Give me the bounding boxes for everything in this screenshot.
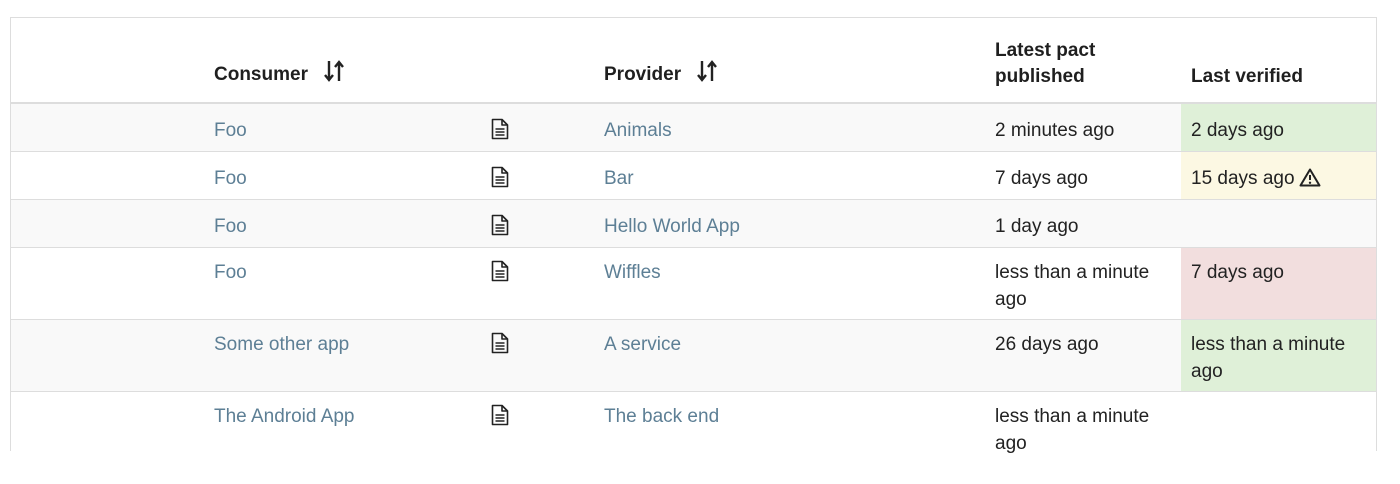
pact-doc-cell (472, 391, 594, 463)
provider-header[interactable]: Provider (594, 18, 985, 104)
consumer-link[interactable]: Foo (214, 262, 247, 283)
consumer-cell: The Android App (204, 391, 472, 463)
verified-cell (1181, 391, 1376, 463)
verified-text: 7 days ago (1191, 262, 1284, 283)
verified-cell (1181, 199, 1376, 248)
header-spacer (11, 18, 204, 104)
pact-doc-cell (472, 102, 594, 152)
consumer-link[interactable]: Foo (214, 120, 247, 141)
provider-link[interactable]: Bar (604, 168, 634, 189)
table-row: Some other app A service 26 days ago les… (11, 319, 1376, 392)
consumer-cell: Foo (204, 102, 472, 152)
consumer-cell: Foo (204, 247, 472, 320)
published-cell: 2 minutes ago (985, 102, 1181, 152)
pact-doc-cell (472, 247, 594, 320)
table-row: The Android App The back end less than a… (11, 391, 1376, 463)
provider-link[interactable]: A service (604, 334, 681, 355)
warning-triangle-icon (1299, 168, 1321, 195)
published-cell: 1 day ago (985, 199, 1181, 248)
provider-link[interactable]: The back end (604, 406, 719, 427)
verified-text: less than a minute ago (1191, 334, 1346, 382)
consumer-link[interactable]: Foo (214, 216, 247, 237)
verified-cell: less than a minute ago (1181, 319, 1376, 392)
verified-cell: 2 days ago (1181, 102, 1376, 152)
provider-header-label: Provider (604, 64, 682, 85)
consumer-header[interactable]: Consumer (204, 18, 472, 104)
row-spacer (11, 151, 204, 200)
row-spacer (11, 247, 204, 320)
table-header-row: Consumer Provider Latest pact published … (11, 18, 1376, 104)
row-spacer (11, 391, 204, 463)
provider-cell: Bar (594, 151, 985, 200)
provider-cell: Animals (594, 102, 985, 152)
provider-cell: Hello World App (594, 199, 985, 248)
consumer-cell: Foo (204, 199, 472, 248)
verified-cell: 7 days ago (1181, 247, 1376, 320)
table-row: Foo Bar 7 days ago 15 days ago (11, 151, 1376, 200)
consumer-cell: Foo (204, 151, 472, 200)
pacts-table: Consumer Provider Latest pact published … (11, 18, 1376, 463)
document-icon[interactable] (491, 214, 509, 244)
document-icon[interactable] (491, 166, 509, 196)
provider-link[interactable]: Animals (604, 120, 672, 141)
provider-link[interactable]: Hello World App (604, 216, 740, 237)
sort-up-down-icon[interactable] (324, 60, 344, 90)
latest-pact-published-header: Latest pact published (985, 18, 1181, 104)
consumer-link[interactable]: Some other app (214, 334, 349, 355)
provider-cell: The back end (594, 391, 985, 463)
published-cell: less than a minute ago (985, 391, 1181, 463)
document-icon[interactable] (491, 118, 509, 148)
pact-doc-cell (472, 199, 594, 248)
last-verified-header: Last verified (1181, 18, 1376, 104)
provider-link[interactable]: Wiffles (604, 262, 661, 283)
consumer-link[interactable]: Foo (214, 168, 247, 189)
consumer-cell: Some other app (204, 319, 472, 392)
document-icon[interactable] (491, 332, 509, 362)
published-cell: 26 days ago (985, 319, 1181, 392)
document-icon[interactable] (491, 404, 509, 434)
table-row: Foo Wiffles less than a minute ago 7 day… (11, 247, 1376, 320)
document-icon[interactable] (491, 260, 509, 290)
pact-doc-header (472, 18, 594, 104)
pact-doc-cell (472, 151, 594, 200)
row-spacer (11, 199, 204, 248)
sort-up-down-icon[interactable] (697, 60, 718, 90)
row-spacer (11, 102, 204, 152)
row-spacer (11, 319, 204, 392)
provider-cell: Wiffles (594, 247, 985, 320)
table-row: Foo Hello World App 1 day ago (11, 199, 1376, 248)
consumer-header-label: Consumer (214, 64, 308, 85)
verified-text: 2 days ago (1191, 120, 1284, 141)
verified-text: 15 days ago (1191, 168, 1295, 189)
published-cell: less than a minute ago (985, 247, 1181, 320)
published-cell: 7 days ago (985, 151, 1181, 200)
pact-doc-cell (472, 319, 594, 392)
verified-cell: 15 days ago (1181, 151, 1376, 200)
provider-cell: A service (594, 319, 985, 392)
pacts-table-panel: Consumer Provider Latest pact published … (10, 17, 1377, 463)
table-row: Foo Animals 2 minutes ago 2 days ago (11, 102, 1376, 152)
consumer-link[interactable]: The Android App (214, 406, 355, 427)
